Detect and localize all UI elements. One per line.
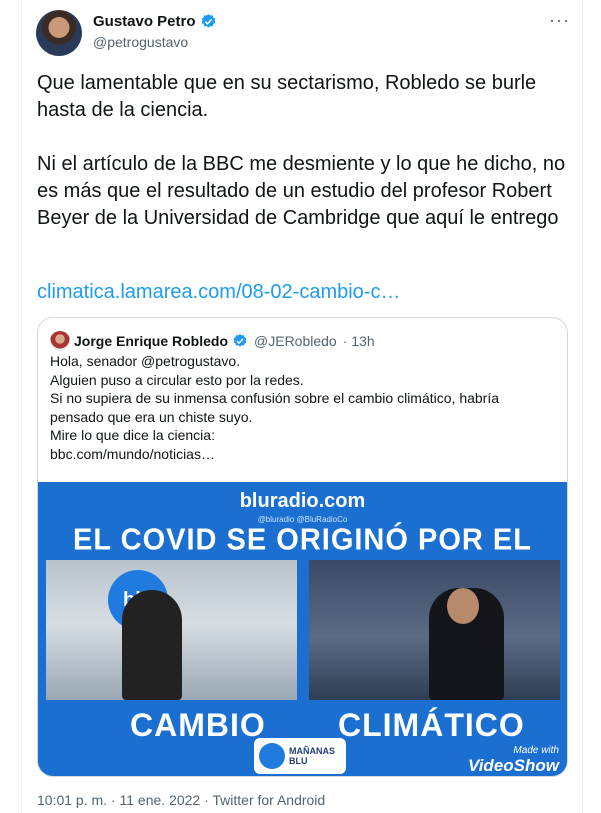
tweet-text: Que lamentable que en su sectarismo, Rob… bbox=[37, 70, 567, 232]
quoted-line: Si no supiera de su inmensa confusión so… bbox=[50, 390, 500, 406]
mananas-blu-badge: MAÑANAS BLU bbox=[254, 738, 346, 774]
media-headline: EL COVID SE ORIGINÓ POR EL bbox=[73, 523, 532, 557]
person-left bbox=[122, 590, 182, 700]
quoted-tweet-header: Jorge Enrique Robledo @JERobledo · 13h bbox=[50, 331, 375, 351]
person-right-face bbox=[447, 588, 479, 624]
tweet-paragraph-1: Que lamentable que en su sectarismo, Rob… bbox=[37, 72, 537, 121]
author-handle[interactable]: @petrogustavo bbox=[93, 34, 188, 50]
tweet-timestamp[interactable]: 10:01 p. m. · 11 ene. 2022 · Twitter for… bbox=[37, 792, 325, 808]
quoted-tweet-text: Hola, senador @petrogustavo. Alguien pus… bbox=[50, 352, 555, 463]
media-word-right: CLIMÁTICO bbox=[338, 707, 525, 743]
tweet-link[interactable]: climatica.lamarea.com/08-02-cambio-c… bbox=[37, 281, 400, 304]
quoted-author-name: Jorge Enrique Robledo bbox=[74, 333, 229, 349]
verified-badge-icon bbox=[233, 334, 247, 347]
quoted-line: Alguien puso a circular esto por la rede… bbox=[50, 371, 304, 388]
made-with-text: Made with bbox=[513, 745, 559, 756]
more-options-icon[interactable]: ··· bbox=[549, 10, 570, 31]
author-avatar[interactable] bbox=[36, 10, 82, 56]
video-frame-left: blu bbox=[46, 560, 297, 700]
video-frame-right bbox=[309, 560, 560, 700]
quoted-line: Hola, senador @petrogustavo. bbox=[50, 353, 241, 369]
quoted-link[interactable]: bbc.com/mundo/noticias… bbox=[50, 445, 555, 464]
quoted-line: pensado que era un chiste suyo. bbox=[50, 408, 253, 425]
videoshow-watermark: VideoShow bbox=[468, 756, 559, 775]
tweet-paragraph-2: Ni el artículo de la BBC me desmiente y … bbox=[37, 153, 566, 229]
verified-badge-icon bbox=[201, 14, 215, 28]
quoted-line: Mire lo que dice la ciencia: bbox=[50, 427, 215, 443]
author-name-row[interactable]: Gustavo Petro bbox=[93, 13, 217, 30]
media-site-text: bluradio.com bbox=[239, 490, 366, 512]
cup-icon bbox=[259, 743, 285, 769]
quoted-author-handle: @JERobledo bbox=[254, 333, 337, 349]
quoted-time: · 13h bbox=[342, 333, 375, 349]
quoted-author-avatar bbox=[50, 331, 70, 351]
badge-text: MAÑANAS BLU bbox=[289, 746, 335, 766]
quoted-video-thumbnail[interactable]: bluradio.com @bluradio @BluRadioCo EL CO… bbox=[38, 482, 567, 776]
author-name[interactable]: Gustavo Petro bbox=[93, 13, 196, 30]
media-word-left: CAMBIO bbox=[130, 707, 266, 743]
quoted-tweet[interactable]: Jorge Enrique Robledo @JERobledo · 13h H… bbox=[37, 317, 568, 777]
